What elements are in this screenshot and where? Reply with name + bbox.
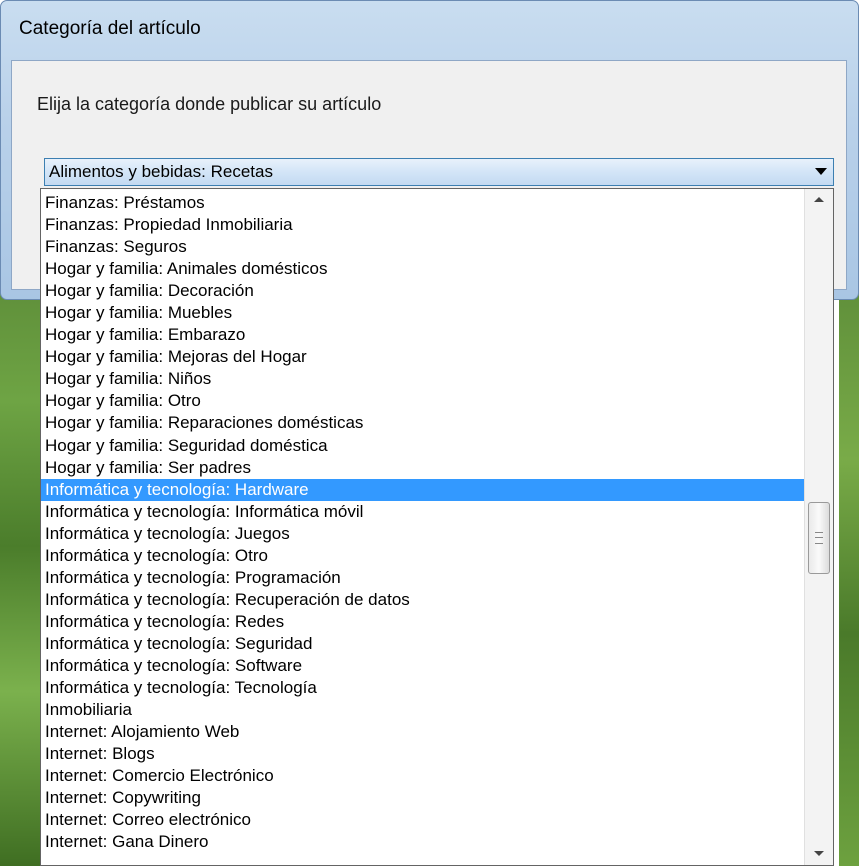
category-list: Finanzas: Préstamos Finanzas: Propiedad I… <box>41 192 804 853</box>
desktop-wallpaper <box>0 285 44 866</box>
list-item[interactable]: Informática y tecnología: Juegos <box>41 523 804 545</box>
scroll-down-button[interactable] <box>805 841 833 865</box>
list-item[interactable]: Hogar y familia: Seguridad doméstica <box>41 435 804 457</box>
list-item[interactable]: Informática y tecnología: Recuperación d… <box>41 589 804 611</box>
instruction-label: Elija la categoría donde publicar su art… <box>37 94 382 114</box>
list-item[interactable]: Internet: Comercio Electrónico <box>41 765 804 787</box>
category-dropdown-list[interactable]: Finanzas: Préstamos Finanzas: Propiedad I… <box>40 188 834 866</box>
list-item[interactable]: Informática y tecnología: Software <box>41 655 804 677</box>
list-item[interactable]: Hogar y familia: Muebles <box>41 302 804 324</box>
list-item[interactable]: Informática y tecnología: Seguridad <box>41 633 804 655</box>
list-item[interactable]: Internet: Correo electrónico <box>41 809 804 831</box>
chevron-down-icon[interactable] <box>815 168 827 175</box>
list-item[interactable]: Internet: Blogs <box>41 743 804 765</box>
scroll-down-arrow-icon <box>814 851 824 856</box>
list-item[interactable]: Inmobiliaria <box>41 699 804 721</box>
list-item[interactable]: Informática y tecnología: Redes <box>41 611 804 633</box>
list-item[interactable]: Hogar y familia: Niños <box>41 368 804 390</box>
list-item[interactable]: Finanzas: Propiedad Inmobiliaria <box>41 214 804 236</box>
list-item[interactable]: Informática y tecnología: Programación <box>41 567 804 589</box>
list-item[interactable]: Informática y tecnología: Hardware <box>41 478 804 501</box>
list-item[interactable]: Finanzas: Préstamos <box>41 192 804 214</box>
list-item[interactable]: Hogar y familia: Otro <box>41 390 804 412</box>
list-item[interactable]: Internet: Gana Dinero <box>41 831 804 853</box>
scrollbar-thumb[interactable] <box>808 502 830 574</box>
list-item[interactable]: Finanzas: Seguros <box>41 236 804 258</box>
combobox-selected-value: Alimentos y bebidas: Recetas <box>49 162 273 181</box>
list-item[interactable]: Hogar y familia: Mejoras del Hogar <box>41 346 804 368</box>
list-item[interactable]: Hogar y familia: Embarazo <box>41 324 804 346</box>
window-title: Categoría del artículo <box>19 18 201 39</box>
list-item[interactable]: Internet: Copywriting <box>41 787 804 809</box>
scroll-up-arrow-icon <box>814 197 824 202</box>
list-item[interactable]: Informática y tecnología: Informática mó… <box>41 501 804 523</box>
scroll-up-button[interactable] <box>805 189 833 213</box>
list-item[interactable]: Informática y tecnología: Otro <box>41 545 804 567</box>
desktop-wallpaper-right <box>839 285 859 866</box>
list-item[interactable]: Informática y tecnología: Tecnología <box>41 677 804 699</box>
category-combobox[interactable]: Alimentos y bebidas: Recetas <box>44 158 834 186</box>
list-item[interactable]: Hogar y familia: Reparaciones domésticas <box>41 412 804 434</box>
grip-icon <box>815 532 823 544</box>
list-item[interactable]: Internet: Alojamiento Web <box>41 721 804 743</box>
vertical-scrollbar[interactable] <box>804 189 833 865</box>
list-item[interactable]: Hogar y familia: Ser padres <box>41 457 804 479</box>
list-item[interactable]: Hogar y familia: Decoración <box>41 280 804 302</box>
list-item[interactable]: Hogar y familia: Animales domésticos <box>41 258 804 280</box>
